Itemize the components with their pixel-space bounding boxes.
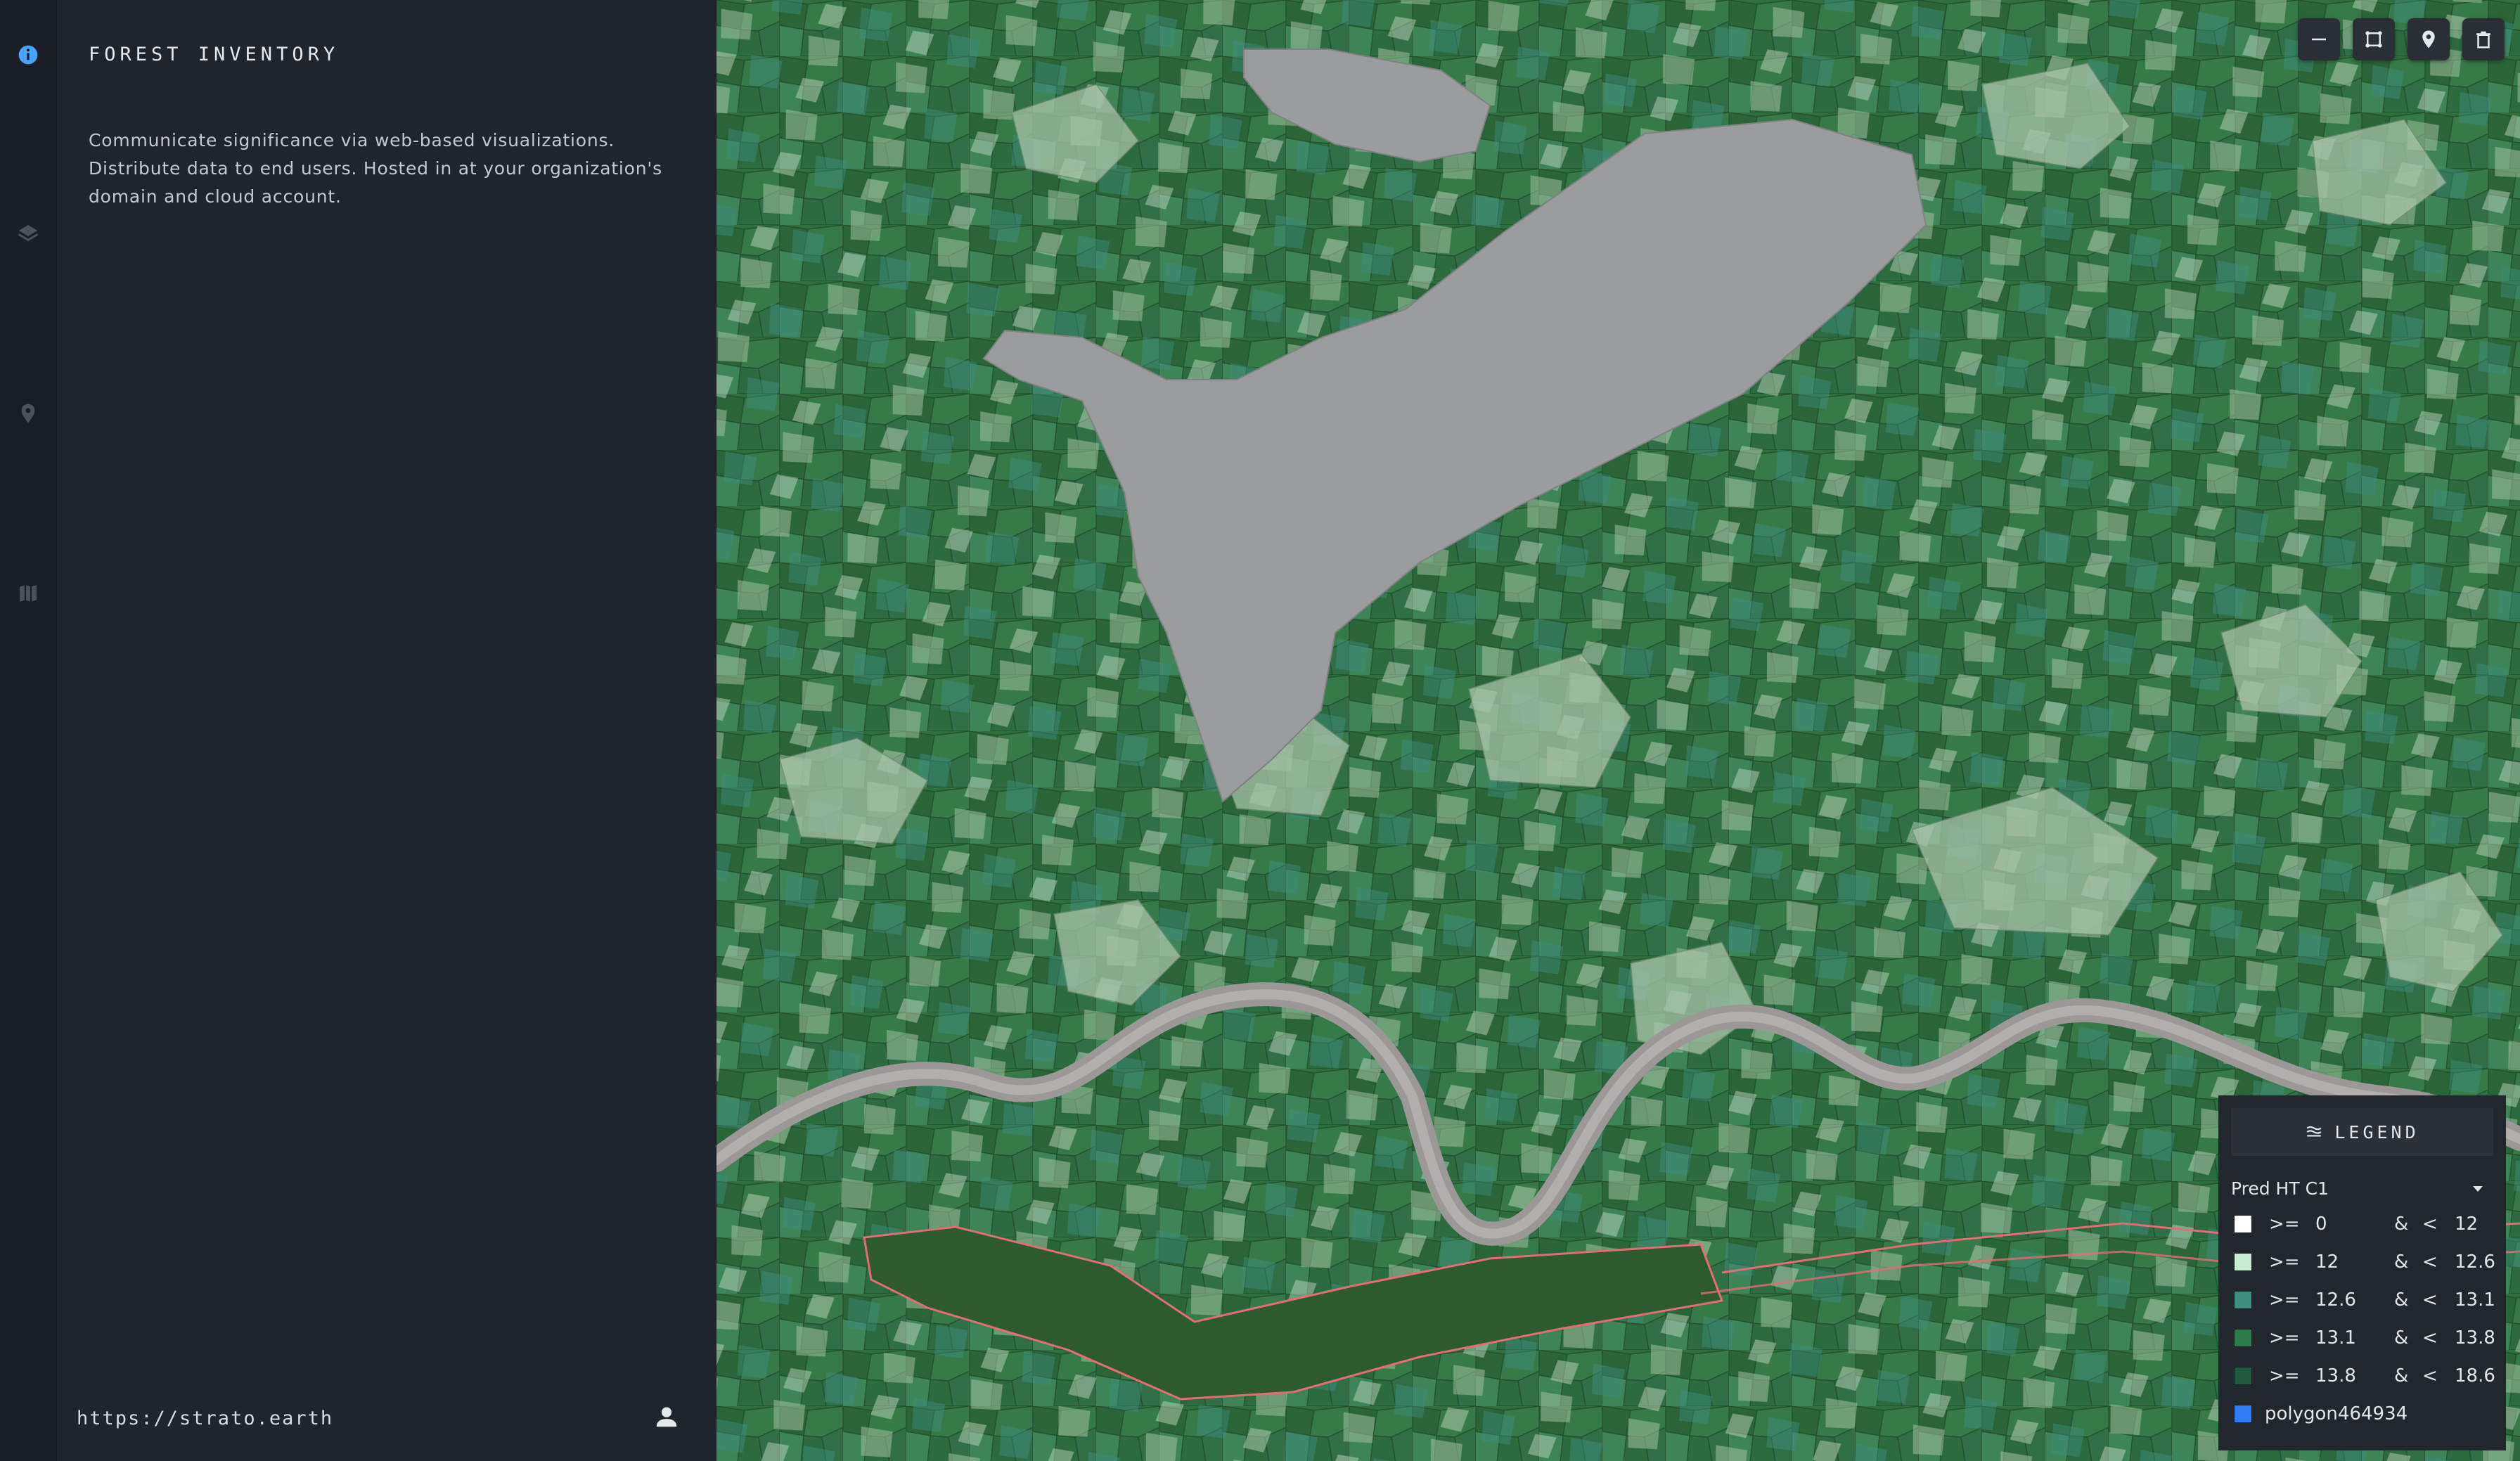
- legend-min-value: 12.6: [2315, 1289, 2356, 1311]
- legend-amp: &: [2394, 1327, 2409, 1349]
- legend-op-max: <: [2422, 1365, 2438, 1386]
- legend-min-value: 0: [2315, 1214, 2327, 1235]
- legend-swatch: [2234, 1329, 2252, 1347]
- legend-op-max: <: [2422, 1214, 2438, 1235]
- legend-swatch: [2234, 1253, 2252, 1271]
- info-icon: [18, 45, 38, 65]
- info-panel: FOREST INVENTORY Communicate significanc…: [57, 0, 716, 1461]
- user-account-button[interactable]: [649, 1399, 684, 1434]
- legend-op-min: >=: [2269, 1365, 2300, 1386]
- line-icon: [2312, 38, 2326, 41]
- legend-op-min: >=: [2269, 1214, 2300, 1235]
- legend-min-value: 12: [2315, 1251, 2339, 1273]
- legend-op-max: <: [2422, 1327, 2438, 1349]
- rail-info-button[interactable]: [14, 41, 42, 69]
- legend-max-value: 12: [2455, 1214, 2479, 1235]
- legend-amp: &: [2394, 1214, 2409, 1235]
- polygon-label: polygon464934: [2265, 1403, 2408, 1424]
- legend-panel: LEGEND Pred HT C1 >= 0 & < 12 >= 12 & < …: [2218, 1095, 2506, 1450]
- legend-row: >= 12 & < 12.6: [2231, 1243, 2495, 1281]
- polygon-icon: [2365, 31, 2382, 48]
- legend-rows: >= 0 & < 12 >= 12 & < 12.6 >= 12.6 & < 1…: [2231, 1205, 2495, 1433]
- legend-op-max: <: [2422, 1289, 2438, 1311]
- legend-amp: &: [2394, 1289, 2409, 1311]
- icon-rail: [0, 0, 57, 1461]
- legend-max-value: 13.1: [2455, 1289, 2495, 1311]
- polygon-swatch: [2234, 1405, 2252, 1423]
- layers-icon: [18, 225, 39, 242]
- trash-icon: [2476, 31, 2490, 49]
- map-toolbar: [2298, 18, 2505, 60]
- point-icon: [2422, 30, 2435, 49]
- legend-amp: &: [2394, 1365, 2409, 1386]
- legend-min-value: 13.8: [2315, 1365, 2356, 1386]
- draw-line-button[interactable]: [2298, 18, 2340, 60]
- legend-min-value: 13.1: [2315, 1327, 2356, 1349]
- legend-op-min: >=: [2269, 1251, 2300, 1273]
- legend-title: LEGEND: [2334, 1121, 2419, 1143]
- map-icon: [20, 585, 37, 602]
- delete-drawing-button[interactable]: [2462, 18, 2505, 60]
- legend-max-value: 13.8: [2455, 1327, 2495, 1349]
- panel-description: Communicate significance via web-based v…: [89, 130, 662, 207]
- legend-swatch: [2234, 1291, 2252, 1309]
- legend-toggle-button[interactable]: LEGEND: [2231, 1108, 2493, 1156]
- legend-icon: [2306, 1126, 2322, 1137]
- legend-row: >= 13.1 & < 13.8: [2231, 1319, 2495, 1357]
- legend-max-value: 12.6: [2455, 1251, 2495, 1273]
- legend-max-value: 18.6: [2455, 1365, 2495, 1386]
- legend-op-max: <: [2422, 1251, 2438, 1273]
- legend-op-min: >=: [2269, 1289, 2300, 1311]
- draw-point-button[interactable]: [2408, 18, 2450, 60]
- legend-polygon-row[interactable]: polygon464934: [2231, 1395, 2493, 1433]
- legend-layer-select[interactable]: Pred HT C1: [2231, 1171, 2493, 1205]
- rail-maps-button[interactable]: [14, 579, 42, 607]
- footer-url-link[interactable]: https://strato.earth: [77, 1408, 333, 1429]
- legend-row: >= 13.8 & < 18.6: [2231, 1357, 2495, 1395]
- legend-row: >= 0 & < 12: [2231, 1205, 2493, 1243]
- legend-swatch: [2234, 1215, 2252, 1233]
- legend-row: >= 12.6 & < 13.1: [2231, 1281, 2495, 1319]
- map-pin-icon: [21, 404, 35, 423]
- rail-layers-button[interactable]: [14, 219, 42, 247]
- user-icon: [656, 1407, 677, 1427]
- rail-places-button[interactable]: [14, 399, 42, 427]
- legend-selected-layer: Pred HT C1: [2231, 1178, 2329, 1199]
- legend-amp: &: [2394, 1251, 2409, 1273]
- page-title: FOREST INVENTORY: [89, 44, 340, 65]
- legend-op-min: >=: [2269, 1327, 2300, 1349]
- chevron-down-icon: [2473, 1186, 2483, 1192]
- legend-swatch: [2234, 1367, 2252, 1385]
- draw-polygon-button[interactable]: [2353, 18, 2395, 60]
